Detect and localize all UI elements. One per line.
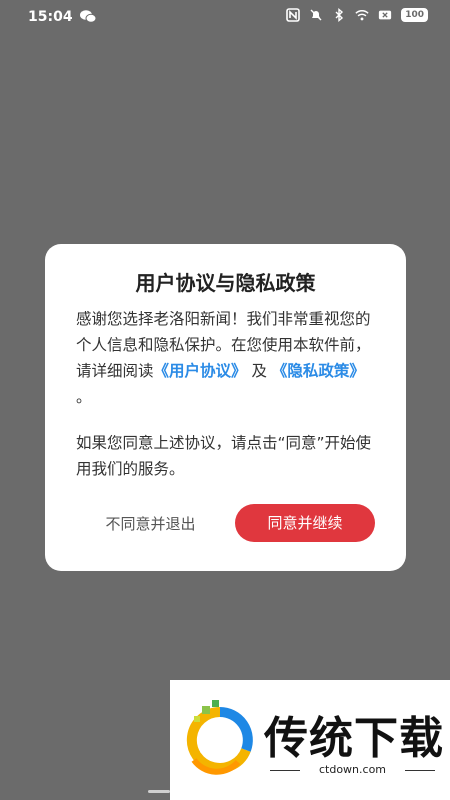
wechat-icon (80, 10, 96, 23)
dialog-body: 感谢您选择老洛阳新闻！我们非常重视您的个人信息和隐私保护。在您使用本软件前，请详… (76, 306, 381, 482)
privacy-policy-link[interactable]: 《隐私政策》 (272, 362, 365, 380)
dialog-title: 用户协议与隐私政策 (135, 271, 316, 295)
period-text: 。 (76, 388, 92, 406)
watermark-url: ctdown.com (270, 763, 435, 776)
privacy-dialog: 用户协议与隐私政策 感谢您选择老洛阳新闻！我们非常重视您的个人信息和隐私保护。在… (45, 244, 406, 571)
mute-icon (310, 9, 322, 21)
status-bar: 15:04 100 (0, 0, 450, 34)
ctdown-logo-icon (186, 700, 253, 775)
watermark-brand: 传统下载 (264, 713, 444, 764)
nfc-icon (286, 8, 301, 22)
status-icons: 100 (286, 8, 428, 22)
battery-icon: 100 (401, 8, 428, 22)
watermark: 传统下载 ctdown.com (170, 680, 450, 800)
decline-exit-button[interactable]: 不同意并退出 (93, 506, 208, 542)
sim-off-icon (379, 10, 392, 20)
home-indicator (148, 790, 170, 793)
dialog-paragraph-1: 感谢您选择老洛阳新闻！我们非常重视您的个人信息和隐私保护。在您使用本软件前，请详… (76, 306, 381, 410)
user-agreement-link[interactable]: 《用户协议》 (154, 362, 247, 380)
and-text: 及 (251, 362, 267, 380)
dialog-paragraph-2: 如果您同意上述协议，请点击“同意”开始使用我们的服务。 (76, 434, 372, 478)
agree-continue-button[interactable]: 同意并继续 (235, 504, 375, 542)
status-time: 15:04 (28, 9, 73, 25)
wifi-icon (355, 10, 369, 21)
bluetooth-icon (335, 8, 344, 22)
